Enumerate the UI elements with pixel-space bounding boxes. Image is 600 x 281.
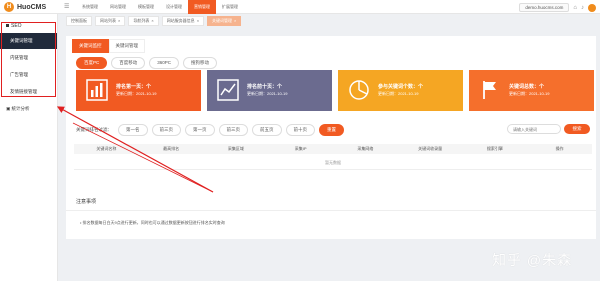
chart-bars-icon xyxy=(86,79,108,101)
filter-top10-pages[interactable]: 前十页 xyxy=(285,124,315,136)
search-button[interactable]: 搜索 xyxy=(564,124,590,134)
tab-sites-label: 网站列表 xyxy=(100,17,116,23)
annotation-box xyxy=(1,22,56,97)
tab-keywords[interactable]: 关键词管理 × xyxy=(207,15,242,26)
card-title: 排名第一页：个 xyxy=(116,84,152,90)
app: H HuoCMS ☰ 系统管理 网站管理 模板管理 设计管理 营销管理 扩展管理… xyxy=(0,0,600,281)
reset-button[interactable]: 重置 xyxy=(319,124,344,136)
logo[interactable]: H HuoCMS xyxy=(4,2,46,12)
menu-toggle-icon[interactable]: ☰ xyxy=(64,3,69,10)
logo-mark: H xyxy=(4,2,14,12)
col-network: 采集网络 xyxy=(357,146,374,151)
filter-label: 关键词排名过滤： xyxy=(76,127,112,132)
card-participating: 参与关键词个数：个 更新日期：2021-10-19 xyxy=(338,70,463,111)
card-date: 更新日期：2021-10-19 xyxy=(116,91,157,96)
nav-extension[interactable]: 扩展管理 xyxy=(216,0,244,14)
top-nav: 系统管理 网站管理 模板管理 设计管理 营销管理 扩展管理 xyxy=(76,0,244,14)
engine-sogou-mobile[interactable]: 搜狗移动 xyxy=(183,57,218,69)
engine-baidu-pc[interactable]: 百度PC xyxy=(76,57,108,69)
filter-top3-pages-b[interactable]: 前三页 xyxy=(218,124,248,136)
chart-line-icon xyxy=(217,79,239,101)
domain-selector[interactable]: demo.huocms.com xyxy=(519,3,570,12)
col-engine: 搜索引擎 xyxy=(486,146,503,151)
card-total: 关键词总数：个 更新日期：2021-10-19 xyxy=(469,70,594,111)
col-ip: 采集IP xyxy=(294,146,307,151)
avatar[interactable] xyxy=(588,3,596,12)
engine-selector: 百度PC 百度移动 360PC 搜狗移动 xyxy=(76,57,218,69)
tab-dashboard[interactable]: 控制面板 xyxy=(66,15,92,26)
filter-top3-pages[interactable]: 前三页 xyxy=(151,124,181,136)
tab-nav-label: 导航列表 xyxy=(133,17,150,23)
tab-keywords-label: 关键词管理 xyxy=(212,17,233,23)
sidebar-stat-label: 统计分析 xyxy=(11,106,30,111)
notes-body: • 排名数据每日白天9点进行更新，同时也可以通过数据更新按钮进行排名实时查询 xyxy=(80,220,225,225)
tab-server[interactable]: 网站服务器信息 × xyxy=(161,15,205,26)
close-icon[interactable]: × xyxy=(118,18,120,23)
tab-server-label: 网站服务器信息 xyxy=(166,17,195,23)
nav-design[interactable]: 设计管理 xyxy=(160,0,188,14)
col-keyword: 关键词名称 xyxy=(96,146,117,151)
main-content: 控制面板 网站列表 × 导航列表 × 网站服务器信息 × 关键词管理 × 关键词监控 关… xyxy=(62,14,600,281)
col-actions: 操作 xyxy=(555,146,564,151)
tab-sites[interactable]: 网站列表 × xyxy=(95,15,126,26)
home-icon[interactable]: ⌂ xyxy=(573,5,577,11)
card-title: 参与关键词个数：个 xyxy=(378,84,424,90)
card-title: 排名前十页：个 xyxy=(247,84,283,90)
bell-icon[interactable]: ♪ xyxy=(581,5,584,11)
nav-system[interactable]: 系统管理 xyxy=(76,0,104,14)
nav-template[interactable]: 模板管理 xyxy=(132,0,160,14)
close-icon[interactable]: × xyxy=(197,18,199,23)
subtabs: 关键词监控 关键词管理 xyxy=(72,39,145,53)
keyword-search-input[interactable] xyxy=(507,124,561,134)
engine-baidu-mobile[interactable]: 百度移动 xyxy=(111,57,146,69)
stat-cards: 排名第一页：个 更新日期：2021-10-19 排名前十页：个 更新日期：202… xyxy=(76,70,594,111)
subtab-monitor[interactable]: 关键词监控 xyxy=(72,39,109,53)
col-indexed: 关键词收录量 xyxy=(418,146,443,151)
empty-state: 暂无数据 xyxy=(74,160,592,170)
subtab-manage[interactable]: 关键词管理 xyxy=(108,39,145,53)
close-icon[interactable]: × xyxy=(234,18,236,23)
flag-icon xyxy=(483,81,496,99)
card-date: 更新日期：2021-10-19 xyxy=(378,91,419,96)
watermark: 知乎 @朱森 xyxy=(492,252,573,268)
top-bar: H HuoCMS ☰ 系统管理 网站管理 模板管理 设计管理 营销管理 扩展管理… xyxy=(0,0,600,14)
table-header: 关键词名称 最高排名 采集区域 采集IP 采集网络 关键词收录量 搜索引擎 操作 xyxy=(74,144,592,154)
col-region: 采集区域 xyxy=(227,146,244,151)
tab-dashboard-label: 控制面板 xyxy=(71,17,87,23)
filter-top5-pages[interactable]: 前五页 xyxy=(252,124,282,136)
card-date: 更新日期：2021-10-19 xyxy=(509,91,550,96)
nav-site[interactable]: 网站管理 xyxy=(104,0,132,14)
sidebar-item-statistics[interactable]: ▣ 统计分析 xyxy=(0,101,57,117)
card-title: 关键词总数：个 xyxy=(509,84,545,90)
notes-title: 注意事项 xyxy=(66,189,596,211)
col-best-rank: 最高排名 xyxy=(163,146,180,151)
nav-marketing[interactable]: 营销管理 xyxy=(188,0,216,14)
filter-first[interactable]: 第一名 xyxy=(118,124,148,136)
engine-360-pc[interactable]: 360PC xyxy=(149,57,180,69)
card-top-ten: 排名前十页：个 更新日期：2021-10-19 xyxy=(207,70,332,111)
breadcrumb: 控制面板 网站列表 × 导航列表 × 网站服务器信息 × 关键词管理 × xyxy=(62,14,600,27)
tab-nav[interactable]: 导航列表 × xyxy=(128,15,159,26)
rank-filter: 关键词排名过滤： 第一名 前三页 第一页 前三页 前五页 前十页 重置 xyxy=(76,124,344,136)
card-date: 更新日期：2021-10-19 xyxy=(247,91,288,96)
pie-chart-icon xyxy=(349,80,369,100)
notes-panel: 注意事项 • 排名数据每日白天9点进行更新，同时也可以通过数据更新按钮进行排名实… xyxy=(66,189,596,239)
logo-text: HuoCMS xyxy=(17,3,47,11)
filter-first-page[interactable]: 第一页 xyxy=(185,124,215,136)
card-first-page: 排名第一页：个 更新日期：2021-10-19 xyxy=(76,70,201,111)
top-right: demo.huocms.com ⌂ ♪ xyxy=(519,3,596,12)
close-icon[interactable]: × xyxy=(151,18,153,23)
